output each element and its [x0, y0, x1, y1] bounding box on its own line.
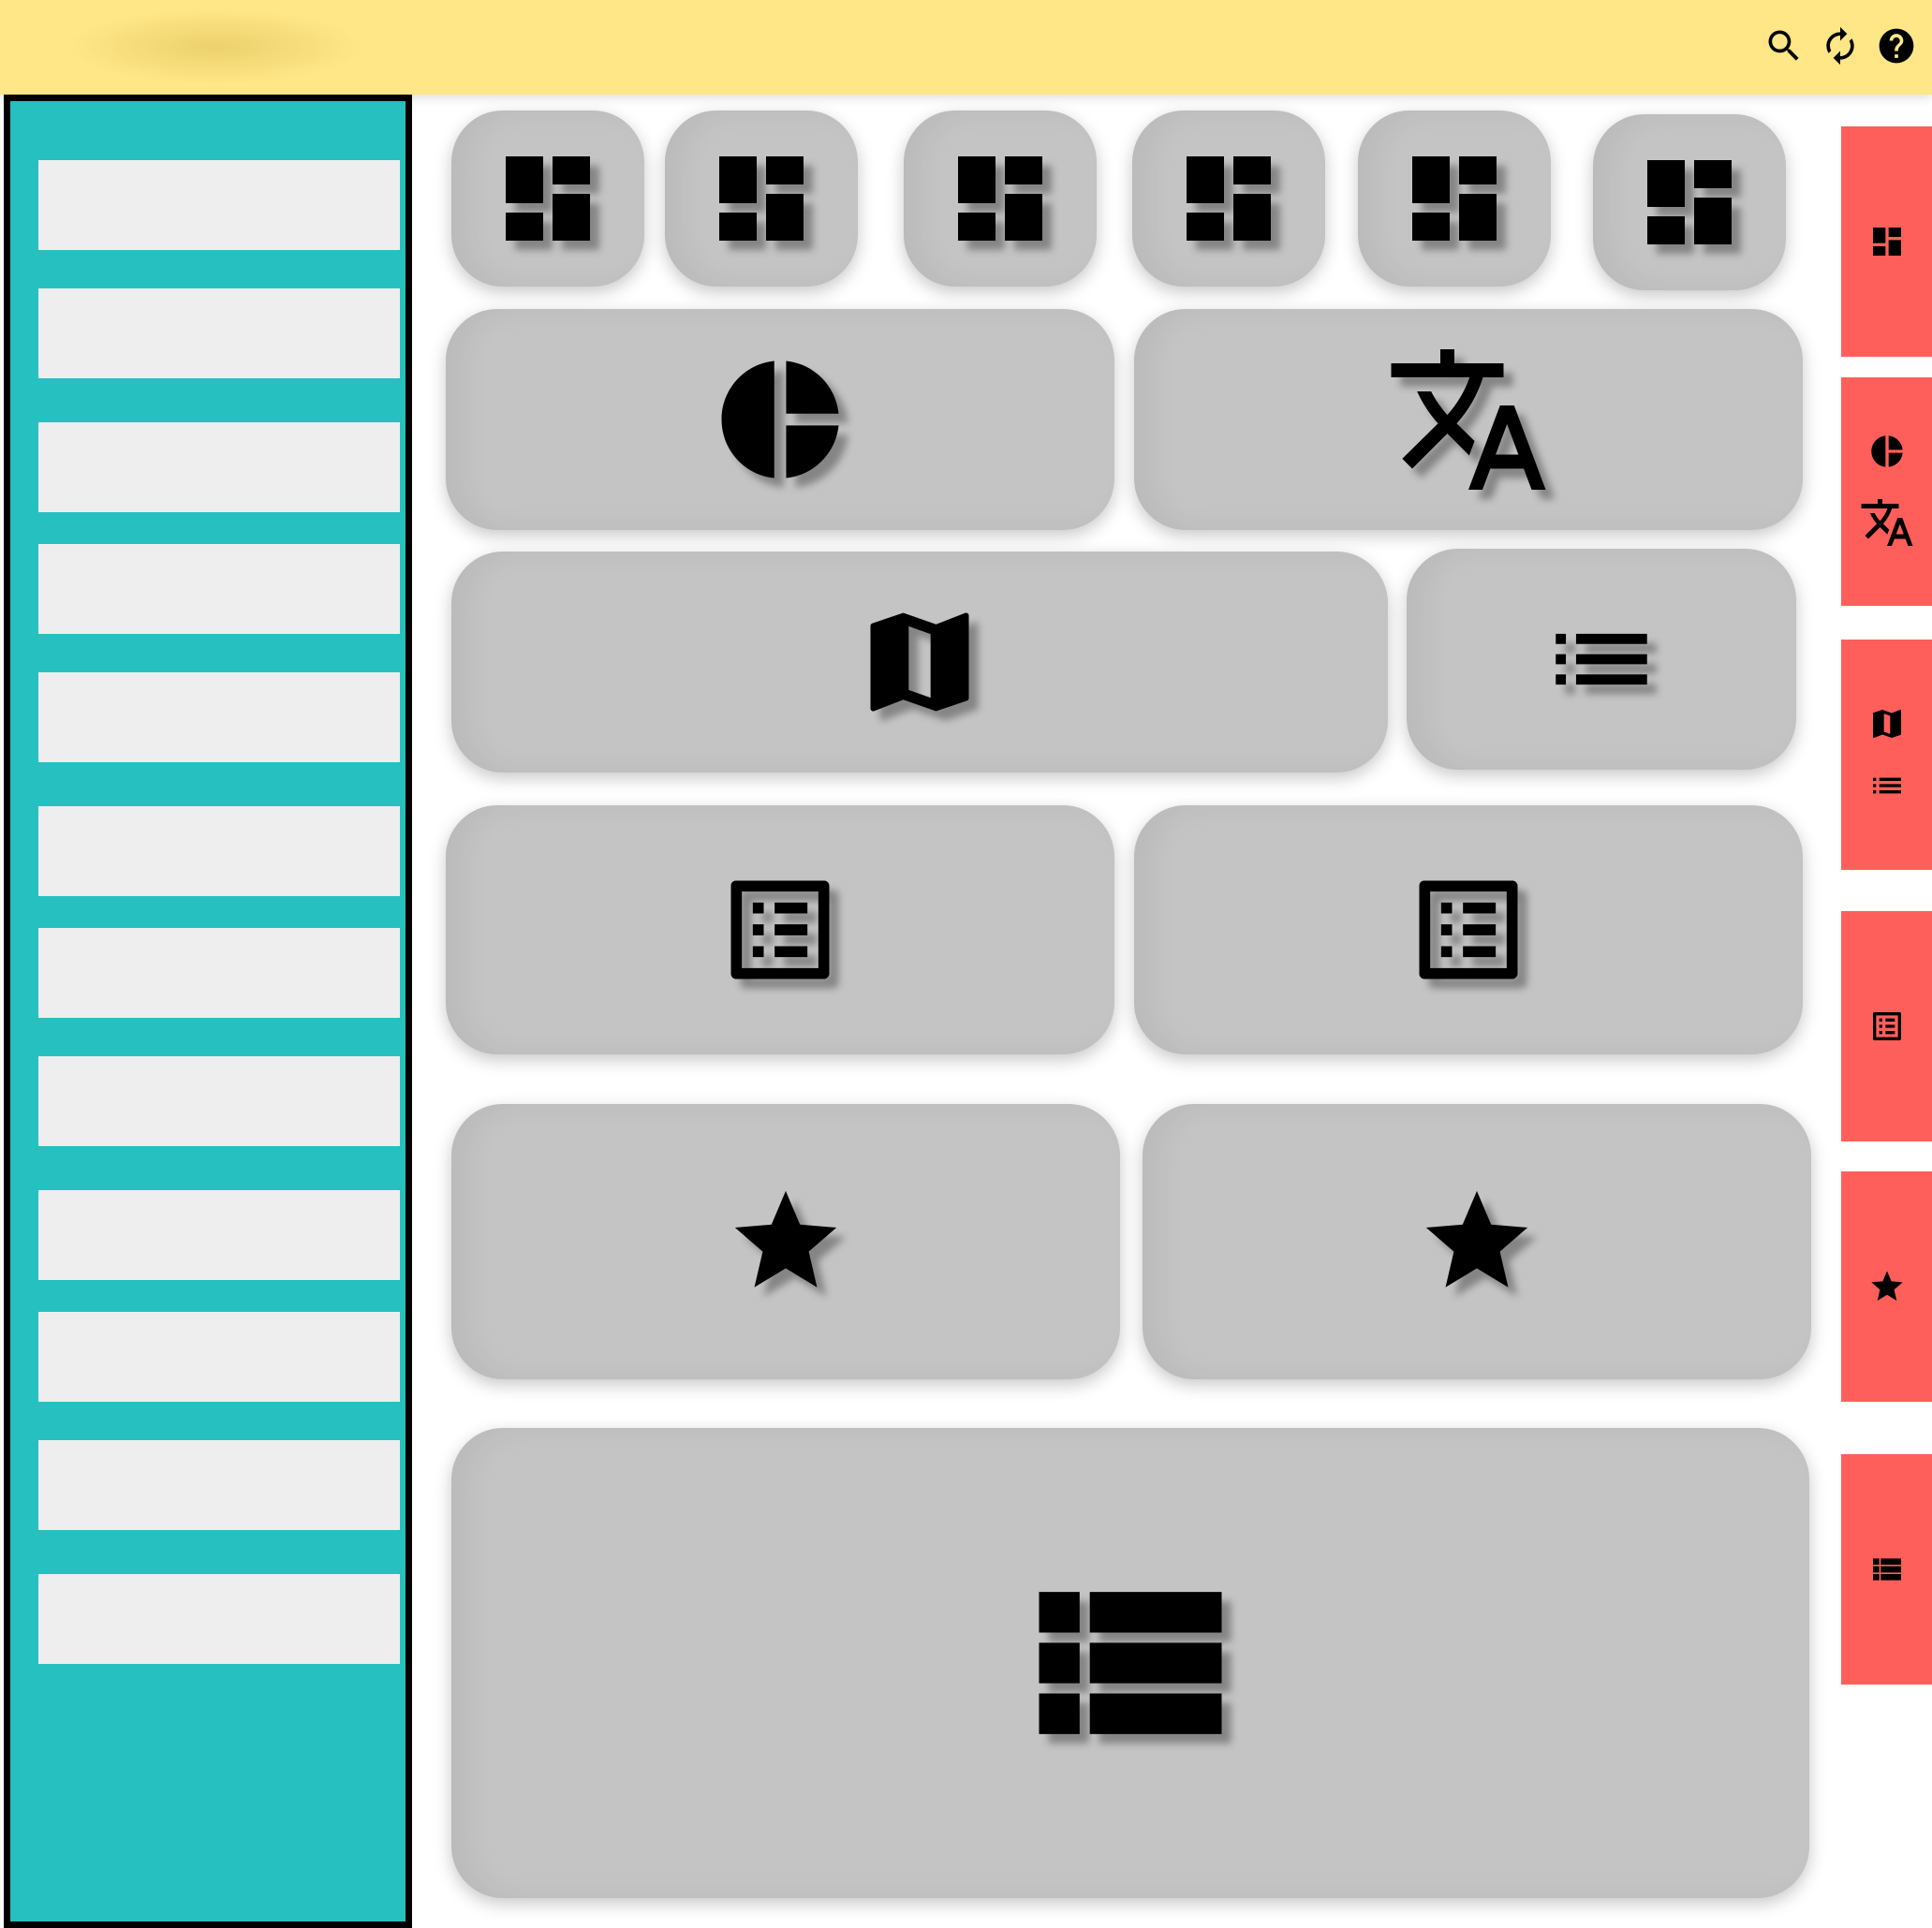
list-alt-icon	[1403, 864, 1534, 995]
sidebar-item-6[interactable]	[38, 806, 400, 896]
sidebar-item-8[interactable]	[38, 1056, 400, 1146]
rail-tab-map-list[interactable]	[1841, 640, 1932, 870]
dashboard-tile-2[interactable]	[665, 110, 858, 287]
star-icon	[1868, 1268, 1906, 1305]
sidebar-item-1[interactable]	[38, 160, 400, 250]
rail-tab-list-alt[interactable]	[1841, 911, 1932, 1141]
sidebar-item-12[interactable]	[38, 1574, 400, 1664]
pie-chart-tile[interactable]	[446, 309, 1114, 530]
sidebar-item-7[interactable]	[38, 928, 400, 1018]
sidebar-item-11[interactable]	[38, 1440, 400, 1530]
rail-tab-dashboard[interactable]	[1841, 126, 1932, 357]
dashboard-icon	[1398, 142, 1511, 255]
sidebar-item-9[interactable]	[38, 1190, 400, 1280]
dashboard-tile-1[interactable]	[451, 110, 644, 287]
dashboard-icon	[944, 142, 1056, 255]
dashboard-icon	[705, 142, 818, 255]
refresh-icon[interactable]	[1817, 22, 1864, 69]
search-icon[interactable]	[1761, 22, 1807, 69]
list-icon	[1541, 598, 1662, 720]
star-tile-2[interactable]	[1143, 1104, 1811, 1379]
topbar-shade	[66, 9, 365, 84]
view-list-icon	[1009, 1541, 1252, 1785]
star-icon	[1416, 1181, 1538, 1303]
dashboard-icon	[1633, 146, 1746, 258]
dashboard-icon	[492, 142, 604, 255]
rail-tab-pie-translate[interactable]	[1841, 377, 1932, 606]
pie-chart-icon	[710, 349, 850, 490]
star-icon	[725, 1181, 847, 1303]
top-bar	[0, 0, 1932, 95]
help-icon[interactable]	[1873, 22, 1920, 69]
list-tile[interactable]	[1407, 549, 1796, 770]
translate-icon	[1384, 335, 1553, 504]
sidebar-item-4[interactable]	[38, 544, 400, 634]
map-tile[interactable]	[451, 552, 1388, 773]
dashboard-tile-3[interactable]	[904, 110, 1097, 287]
star-tile-1[interactable]	[451, 1104, 1120, 1379]
dashboard-tile-5[interactable]	[1358, 110, 1551, 287]
translate-tile[interactable]	[1134, 309, 1803, 530]
sidebar-item-2[interactable]	[38, 288, 400, 378]
list-alt-tile-1[interactable]	[446, 805, 1114, 1054]
map-icon	[854, 596, 985, 728]
view-list-icon	[1868, 1551, 1906, 1588]
list-alt-tile-2[interactable]	[1134, 805, 1803, 1054]
sidebar-item-10[interactable]	[38, 1312, 400, 1402]
rail-tab-view-list[interactable]	[1841, 1454, 1932, 1685]
sidebar-item-3[interactable]	[38, 422, 400, 512]
dashboard-tile-4[interactable]	[1132, 110, 1325, 287]
rail-tab-star[interactable]	[1841, 1171, 1932, 1402]
dashboard-icon	[1868, 223, 1906, 260]
dashboard-tile-6[interactable]	[1593, 114, 1786, 290]
view-list-tile[interactable]	[451, 1428, 1809, 1898]
list-icon	[1868, 767, 1906, 804]
dashboard-icon	[1172, 142, 1285, 255]
list-alt-icon	[715, 864, 846, 995]
map-icon	[1868, 705, 1906, 743]
sidebar-item-5[interactable]	[38, 672, 400, 762]
list-alt-icon	[1868, 1008, 1906, 1045]
sidebar	[4, 95, 412, 1928]
pie-chart-icon	[1868, 433, 1906, 470]
translate-icon	[1859, 494, 1915, 551]
